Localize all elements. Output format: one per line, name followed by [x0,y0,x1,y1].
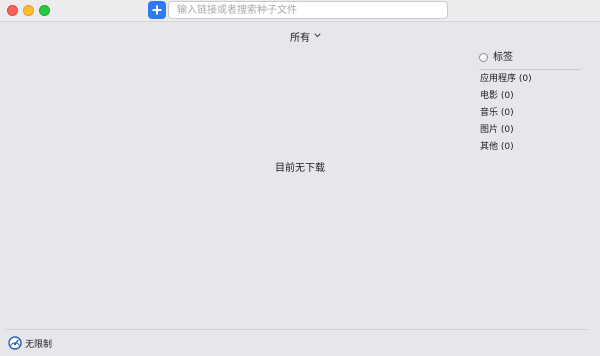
empty-state-message: 目前无下载 [275,163,325,174]
speed-limit-control[interactable]: 无限制 [8,336,52,350]
status-bar-divider [6,329,588,330]
close-window-button[interactable] [7,5,18,16]
zoom-window-button[interactable] [39,5,50,16]
speed-limit-label: 无限制 [25,339,53,350]
title-bar [0,0,600,22]
tags-header[interactable]: 标签 [479,48,589,63]
tags-title: 标签 [493,51,513,63]
filter-label: 所有 [290,33,310,44]
speedometer-icon [8,336,22,350]
tag-item-other[interactable]: 其他 (0) [480,139,514,152]
tags-radio-button[interactable] [479,52,488,62]
tag-item-movies[interactable]: 电影 (0) [480,88,514,101]
link-search-input[interactable] [168,1,448,19]
tag-item-music[interactable]: 音乐 (0) [480,105,514,118]
plus-icon [152,5,162,15]
minimize-window-button[interactable] [23,5,34,16]
tags-divider [479,69,581,70]
tag-item-pictures[interactable]: 图片 (0) [480,122,514,135]
chevron-down-icon [314,33,321,38]
tag-item-apps[interactable]: 应用程序 (0) [480,71,532,84]
filter-dropdown[interactable]: 所有 [290,29,321,44]
app-window: 所有 标签 应用程序 (0) 电影 (0) 音乐 (0) 图片 (0) 其他 (… [0,0,600,356]
add-download-button[interactable] [148,1,166,19]
